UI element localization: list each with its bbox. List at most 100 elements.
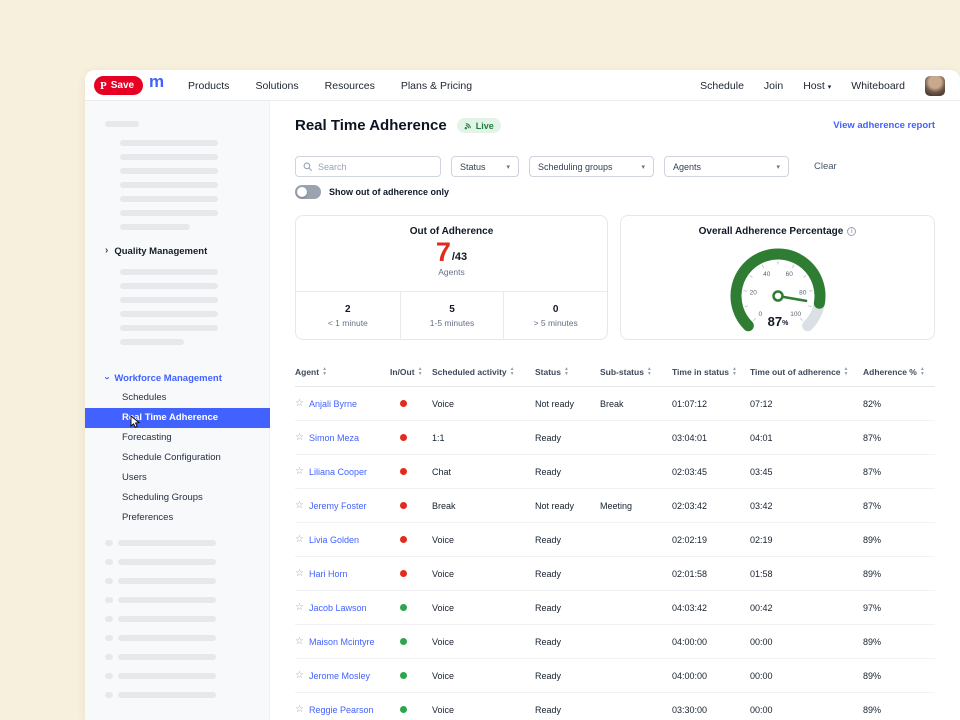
star-icon[interactable]: ☆ xyxy=(295,636,304,647)
nav-solutions[interactable]: Solutions xyxy=(255,80,298,92)
agent-link[interactable]: Jerome Mosley xyxy=(309,671,370,681)
pinterest-save-button[interactable]: P Save xyxy=(94,76,143,95)
time-in-status-cell: 02:03:45 xyxy=(672,467,750,477)
agent-link[interactable]: Jacob Lawson xyxy=(309,603,367,613)
agents-dropdown[interactable]: Agents ▾ xyxy=(664,156,789,177)
star-icon[interactable]: ☆ xyxy=(295,466,304,477)
sidebar-item-real-time-adherence[interactable]: Real Time Adherence xyxy=(85,408,270,428)
sort-icon: ▲▼ xyxy=(920,367,925,376)
toggle-knob xyxy=(297,187,307,197)
main-content: Real Time Adherence Live View adherence … xyxy=(270,101,960,720)
time-out-of-adherence-cell: 02:19 xyxy=(750,535,863,545)
column-time-out-of-adherence[interactable]: Time out of adherence▲▼ xyxy=(750,367,863,377)
skeleton-bar xyxy=(120,168,218,174)
info-icon[interactable]: i xyxy=(847,227,856,236)
star-icon[interactable]: ☆ xyxy=(295,602,304,613)
column-sub-status[interactable]: Sub-status▲▼ xyxy=(600,367,672,377)
table-row[interactable]: ☆ Liliana Cooper Chat Ready 02:03:45 03:… xyxy=(295,455,935,489)
table-row[interactable]: ☆ Jerome Mosley Voice Ready 04:00:00 00:… xyxy=(295,659,935,693)
column-in-out[interactable]: In/Out▲▼ xyxy=(390,367,432,377)
user-avatar[interactable] xyxy=(925,76,945,96)
status-cell: Ready xyxy=(535,467,600,477)
table-row[interactable]: ☆ Simon Meza 1:1 Ready 03:04:01 04:01 87… xyxy=(295,421,935,455)
nav-resources[interactable]: Resources xyxy=(325,80,375,92)
adherence-cell: 87% xyxy=(863,433,935,443)
nav-host[interactable]: Host▾ xyxy=(803,80,831,92)
sort-icon: ▲▼ xyxy=(564,367,569,376)
skeleton-bar xyxy=(120,325,218,331)
scheduled-activity-cell: Voice xyxy=(432,705,535,715)
miro-logo[interactable]: m xyxy=(149,72,164,92)
agent-link[interactable]: Liliana Cooper xyxy=(309,467,367,477)
agent-link[interactable]: Hari Horn xyxy=(309,569,348,579)
skeleton-bar xyxy=(105,673,113,679)
agent-link[interactable]: Livia Golden xyxy=(309,535,359,545)
agent-link[interactable]: Maison Mcintyre xyxy=(309,637,375,647)
sidebar-item-schedules[interactable]: Schedules xyxy=(85,388,270,408)
column-scheduled-activity[interactable]: Scheduled activity▲▼ xyxy=(432,367,535,377)
in-out-cell xyxy=(390,672,432,679)
table-row[interactable]: ☆ Reggie Pearson Voice Ready 03:30:00 00… xyxy=(295,693,935,720)
table-row[interactable]: ☆ Hari Horn Voice Ready 02:01:58 01:58 8… xyxy=(295,557,935,591)
table-row[interactable]: ☆ Maison Mcintyre Voice Ready 04:00:00 0… xyxy=(295,625,935,659)
agent-link[interactable]: Anjali Byrne xyxy=(309,399,357,409)
table-row[interactable]: ☆ Jeremy Foster Break Not ready Meeting … xyxy=(295,489,935,523)
in-out-cell xyxy=(390,468,432,475)
table-row[interactable]: ☆ Anjali Byrne Voice Not ready Break 01:… xyxy=(295,387,935,421)
scheduling-groups-dropdown[interactable]: Scheduling groups ▾ xyxy=(529,156,654,177)
sidebar-item-users[interactable]: Users xyxy=(85,468,270,488)
nav-schedule[interactable]: Schedule xyxy=(700,80,744,92)
clear-filters-button[interactable]: Clear xyxy=(814,161,837,172)
column-agent[interactable]: Agent▲▼ xyxy=(295,367,390,377)
search-input[interactable] xyxy=(318,162,428,172)
skeleton-bar xyxy=(118,654,216,660)
agent-link[interactable]: Simon Meza xyxy=(309,433,359,443)
in-out-cell xyxy=(390,434,432,441)
skeleton-bar xyxy=(105,597,113,603)
agent-link[interactable]: Reggie Pearson xyxy=(309,705,374,715)
column-adherence-pct[interactable]: Adherence %▲▼ xyxy=(863,367,935,377)
star-icon[interactable]: ☆ xyxy=(295,568,304,579)
inout-status-dot xyxy=(400,400,407,407)
table-row[interactable]: ☆ Livia Golden Voice Ready 02:02:19 02:1… xyxy=(295,523,935,557)
nav-products[interactable]: Products xyxy=(188,80,229,92)
nav-plans-pricing[interactable]: Plans & Pricing xyxy=(401,80,472,92)
agent-cell: ☆ Maison Mcintyre xyxy=(295,636,390,647)
pinterest-icon: P xyxy=(100,80,107,92)
sidebar-item-forecasting[interactable]: Forecasting xyxy=(85,428,270,448)
column-status[interactable]: Status▲▼ xyxy=(535,367,600,377)
primary-nav: Products Solutions Resources Plans & Pri… xyxy=(188,70,472,101)
inout-status-dot xyxy=(400,638,407,645)
star-icon[interactable]: ☆ xyxy=(295,432,304,443)
sidebar-item-preferences[interactable]: Preferences xyxy=(85,508,270,528)
column-time-in-status[interactable]: Time in status▲▼ xyxy=(672,367,750,377)
view-adherence-report-link[interactable]: View adherence report xyxy=(833,120,935,131)
table-row[interactable]: ☆ Jacob Lawson Voice Ready 04:03:42 00:4… xyxy=(295,591,935,625)
live-badge: Live xyxy=(457,118,501,133)
agents-label: Agents xyxy=(296,267,607,277)
sidebar-item-workforce-management[interactable]: › Workforce Management xyxy=(85,369,270,387)
adherence-cell: 82% xyxy=(863,399,935,409)
scheduled-activity-cell: Voice xyxy=(432,637,535,647)
star-icon[interactable]: ☆ xyxy=(295,398,304,409)
sort-icon: ▲▼ xyxy=(510,367,515,376)
nav-join[interactable]: Join xyxy=(764,80,783,92)
table-header: Agent▲▼ In/Out▲▼ Scheduled activity▲▼ St… xyxy=(295,357,935,387)
bucket-1-5-minutes: 5 1-5 minutes xyxy=(400,292,504,339)
time-out-of-adherence-cell: 00:42 xyxy=(750,603,863,613)
sidebar-item-quality-management[interactable]: › Quality Management xyxy=(85,242,270,260)
star-icon[interactable]: ☆ xyxy=(295,704,304,715)
overall-adherence-card: Overall Adherence Percentage i 020406080… xyxy=(620,215,935,340)
star-icon[interactable]: ☆ xyxy=(295,534,304,545)
status-dropdown[interactable]: Status ▾ xyxy=(451,156,519,177)
table-body: ☆ Anjali Byrne Voice Not ready Break 01:… xyxy=(295,387,935,720)
agent-link[interactable]: Jeremy Foster xyxy=(309,501,367,511)
skeleton-bar xyxy=(118,692,216,698)
star-icon[interactable]: ☆ xyxy=(295,670,304,681)
svg-text:80: 80 xyxy=(799,289,807,296)
star-icon[interactable]: ☆ xyxy=(295,500,304,511)
nav-whiteboard[interactable]: Whiteboard xyxy=(851,80,905,92)
sidebar-item-schedule-configuration[interactable]: Schedule Configuration xyxy=(85,448,270,468)
sidebar-item-scheduling-groups[interactable]: Scheduling Groups xyxy=(85,488,270,508)
out-of-adherence-toggle[interactable] xyxy=(295,185,321,199)
